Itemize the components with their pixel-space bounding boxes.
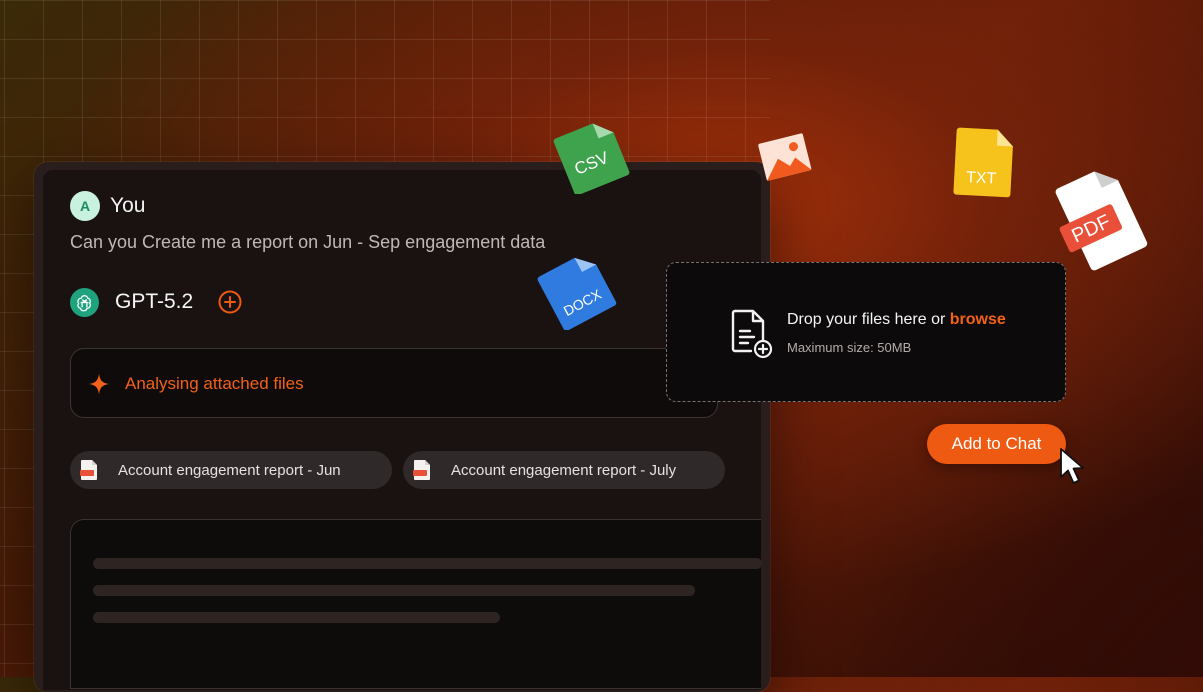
pdf-file-icon xyxy=(80,460,97,480)
skeleton-line xyxy=(93,558,762,569)
analysis-status-text: Analysing attached files xyxy=(125,374,304,393)
txt-file-icon: TXT xyxy=(953,127,1013,198)
docx-file-icon: DOCX xyxy=(537,257,617,330)
analysis-status-card: Analysing attached files xyxy=(70,348,718,418)
file-dropzone[interactable]: Drop your files here or browse Maximum s… xyxy=(666,262,1066,402)
openai-logo-icon xyxy=(70,288,99,317)
add-to-chat-button[interactable]: Add to Chat xyxy=(927,424,1066,464)
response-placeholder-card xyxy=(70,519,762,689)
user-name: You xyxy=(110,194,146,217)
model-name: GPT-5.2 xyxy=(115,290,194,313)
attachment-label: Account engagement report - Jun xyxy=(118,461,341,479)
pdf-file-icon: PDF xyxy=(1055,171,1148,271)
attachment-chip[interactable]: Account engagement report - Jun xyxy=(70,451,392,489)
plus-circle-icon xyxy=(218,290,242,314)
dropzone-max-size: Maximum size: 50MB xyxy=(787,340,912,355)
attachment-label: Account engagement report - July xyxy=(451,461,677,479)
browse-link[interactable]: browse xyxy=(950,311,1006,328)
avatar-initial: A xyxy=(79,198,91,214)
user-avatar: A xyxy=(70,191,100,221)
sparkle-icon xyxy=(88,373,110,395)
attachment-chip[interactable]: Account engagement report - July xyxy=(403,451,725,489)
user-message: Can you Create me a report on Jun - Sep … xyxy=(70,232,546,252)
file-add-icon xyxy=(731,309,773,359)
txt-label: TXT xyxy=(966,169,997,188)
mouse-cursor-icon xyxy=(1060,448,1084,484)
add-model-button[interactable] xyxy=(218,290,242,314)
skeleton-line xyxy=(93,585,695,596)
csv-file-icon: CSV xyxy=(553,123,630,194)
image-file-icon xyxy=(758,133,812,182)
dropzone-prompt: Drop your files here or browse xyxy=(787,311,1006,329)
skeleton-line xyxy=(93,612,500,623)
pdf-file-icon xyxy=(413,460,430,480)
dropzone-prompt-text: Drop your files here or xyxy=(787,311,946,328)
